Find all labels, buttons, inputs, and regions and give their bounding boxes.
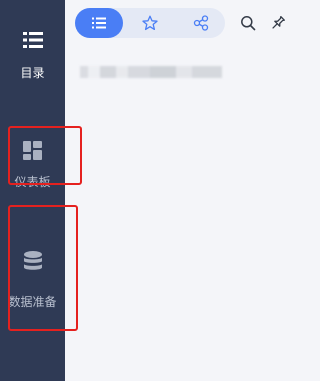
tab-list[interactable] (75, 8, 123, 38)
pin-icon (272, 15, 286, 29)
sidebar-item-catalog[interactable]: 目录 (0, 31, 65, 81)
tab-shared[interactable] (177, 8, 225, 38)
tab-favorites[interactable] (126, 8, 174, 38)
tab-bar (75, 8, 225, 38)
star-icon (142, 15, 158, 31)
list-icon (22, 32, 43, 48)
sidebar-item-label: 目录 (20, 66, 45, 80)
list-icon (92, 17, 106, 29)
share-icon (193, 15, 209, 31)
pin-button[interactable] (267, 12, 289, 34)
blurred-list-item[interactable] (80, 66, 222, 78)
main-panel (65, 0, 307, 381)
search-button[interactable] (237, 12, 259, 34)
search-icon (241, 16, 256, 31)
